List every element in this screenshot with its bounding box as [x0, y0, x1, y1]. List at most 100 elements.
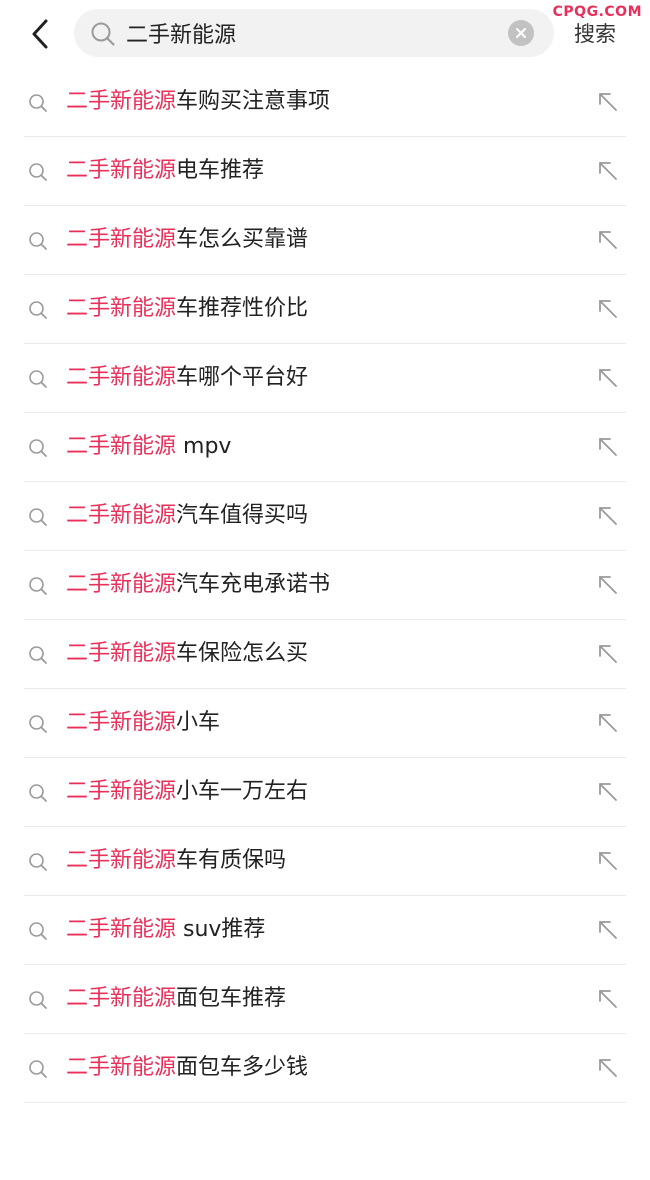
suggestion-highlight: 二手新能源 [66, 917, 177, 942]
search-icon [29, 439, 47, 457]
suggestion-item[interactable]: 二手新能源面包车多少钱 [24, 1034, 626, 1103]
clear-icon [516, 28, 526, 38]
suggestion-item[interactable]: 二手新能源车有质保吗 [24, 827, 626, 896]
suggestion-item[interactable]: 二手新能源车哪个平台好 [24, 344, 626, 413]
suggestion-item[interactable]: 二手新能源车购买注意事项 [24, 68, 626, 137]
suggestion-rest: 电车推荐 [176, 158, 265, 183]
suggestion-highlight: 二手新能源 [66, 986, 177, 1011]
suggestion-item[interactable]: 二手新能源小车一万左右 [24, 758, 626, 827]
suggestion-item[interactable]: 二手新能源 suv推荐 [24, 896, 626, 965]
search-icon [29, 508, 47, 526]
suggestion-item[interactable]: 二手新能源车推荐性价比 [24, 275, 626, 344]
arrow-up-left-icon[interactable] [596, 228, 620, 252]
search-icon [29, 163, 47, 181]
suggestion-item[interactable]: 二手新能源 mpv [24, 413, 626, 482]
suggestion-item[interactable]: 二手新能源小车 [24, 689, 626, 758]
suggestion-rest: 车怎么买靠谱 [176, 227, 309, 252]
suggestion-rest: 面包车多少钱 [176, 1055, 309, 1080]
arrow-up-left-icon[interactable] [596, 918, 620, 942]
search-icon [29, 1060, 47, 1078]
arrow-up-left-icon[interactable] [596, 642, 620, 666]
suggestion-highlight: 二手新能源 [66, 710, 177, 735]
search-icon [29, 715, 47, 733]
suggestion-rest: 小车 [176, 710, 221, 735]
search-button[interactable]: 搜索 [574, 18, 616, 52]
suggestion-text: 二手新能源车哪个平台好 [66, 363, 308, 393]
suggestion-rest: 小车一万左右 [176, 779, 309, 804]
suggestion-highlight: 二手新能源 [66, 848, 177, 873]
suggestion-item[interactable]: 二手新能源汽车值得买吗 [24, 482, 626, 551]
suggestion-text: 二手新能源小车 [66, 708, 220, 738]
suggestion-rest: 汽车值得买吗 [176, 503, 309, 528]
clear-button[interactable] [508, 20, 534, 46]
arrow-up-left-icon[interactable] [596, 90, 620, 114]
suggestion-text: 二手新能源车推荐性价比 [66, 294, 308, 324]
arrow-up-left-icon[interactable] [596, 297, 620, 321]
watermark: CPQG.COM [552, 4, 642, 20]
search-icon [29, 301, 47, 319]
suggestion-highlight: 二手新能源 [66, 779, 177, 804]
search-icon [29, 94, 47, 112]
suggestion-highlight: 二手新能源 [66, 572, 177, 597]
suggestion-item[interactable]: 二手新能源电车推荐 [24, 137, 626, 206]
suggestion-rest: 车推荐性价比 [176, 296, 309, 321]
arrow-up-left-icon[interactable] [596, 711, 620, 735]
suggestion-highlight: 二手新能源 [66, 158, 177, 183]
suggestion-item[interactable]: 二手新能源面包车推荐 [24, 965, 626, 1034]
search-input[interactable] [126, 13, 506, 53]
suggestion-text: 二手新能源汽车值得买吗 [66, 501, 308, 531]
suggestion-rest: 车哪个平台好 [176, 365, 309, 390]
suggestion-highlight: 二手新能源 [66, 89, 177, 114]
suggestion-item[interactable]: 二手新能源车怎么买靠谱 [24, 206, 626, 275]
suggestion-text: 二手新能源车购买注意事项 [66, 87, 330, 117]
suggestion-text: 二手新能源车有质保吗 [66, 846, 286, 876]
suggestion-rest: suv推荐 [176, 917, 266, 942]
arrow-up-left-icon[interactable] [596, 987, 620, 1011]
search-header: 搜索 CPQG.COM [0, 0, 650, 68]
suggestion-rest: 汽车充电承诺书 [176, 572, 331, 597]
suggestion-text: 二手新能源 suv推荐 [66, 915, 265, 945]
arrow-up-left-icon[interactable] [596, 849, 620, 873]
arrow-up-left-icon[interactable] [596, 1056, 620, 1080]
suggestion-text: 二手新能源 mpv [66, 432, 231, 462]
suggestion-rest: 面包车推荐 [176, 986, 287, 1011]
arrow-up-left-icon[interactable] [596, 366, 620, 390]
search-icon [91, 22, 115, 46]
arrow-up-left-icon[interactable] [596, 435, 620, 459]
suggestion-rest: 车保险怎么买 [176, 641, 309, 666]
search-icon [29, 232, 47, 250]
suggestion-highlight: 二手新能源 [66, 641, 177, 666]
back-button[interactable] [22, 14, 58, 54]
search-icon [29, 370, 47, 388]
arrow-up-left-icon[interactable] [596, 159, 620, 183]
suggestion-text: 二手新能源电车推荐 [66, 156, 264, 186]
suggestion-highlight: 二手新能源 [66, 365, 177, 390]
suggestion-rest: 车有质保吗 [176, 848, 287, 873]
suggestion-highlight: 二手新能源 [66, 1055, 177, 1080]
search-box[interactable] [74, 9, 554, 57]
arrow-up-left-icon[interactable] [596, 780, 620, 804]
search-icon [29, 991, 47, 1009]
search-icon [29, 784, 47, 802]
arrow-up-left-icon[interactable] [596, 573, 620, 597]
search-icon [29, 922, 47, 940]
suggestion-highlight: 二手新能源 [66, 227, 177, 252]
search-icon [29, 577, 47, 595]
suggestion-highlight: 二手新能源 [66, 503, 177, 528]
suggestion-text: 二手新能源小车一万左右 [66, 777, 308, 807]
search-icon [29, 646, 47, 664]
suggestion-list: 二手新能源车购买注意事项 二手新能源电车推荐 二手新能源车怎么买靠谱 二手新能源… [0, 68, 650, 1103]
chevron-left-icon [32, 19, 48, 49]
suggestion-item[interactable]: 二手新能源车保险怎么买 [24, 620, 626, 689]
suggestion-highlight: 二手新能源 [66, 296, 177, 321]
suggestion-rest: mpv [176, 434, 232, 459]
arrow-up-left-icon[interactable] [596, 504, 620, 528]
suggestion-highlight: 二手新能源 [66, 434, 177, 459]
suggestion-text: 二手新能源面包车多少钱 [66, 1053, 308, 1083]
suggestion-text: 二手新能源车保险怎么买 [66, 639, 308, 669]
suggestion-text: 二手新能源面包车推荐 [66, 984, 286, 1014]
suggestion-text: 二手新能源车怎么买靠谱 [66, 225, 308, 255]
suggestion-rest: 车购买注意事项 [176, 89, 331, 114]
search-icon [29, 853, 47, 871]
suggestion-item[interactable]: 二手新能源汽车充电承诺书 [24, 551, 626, 620]
